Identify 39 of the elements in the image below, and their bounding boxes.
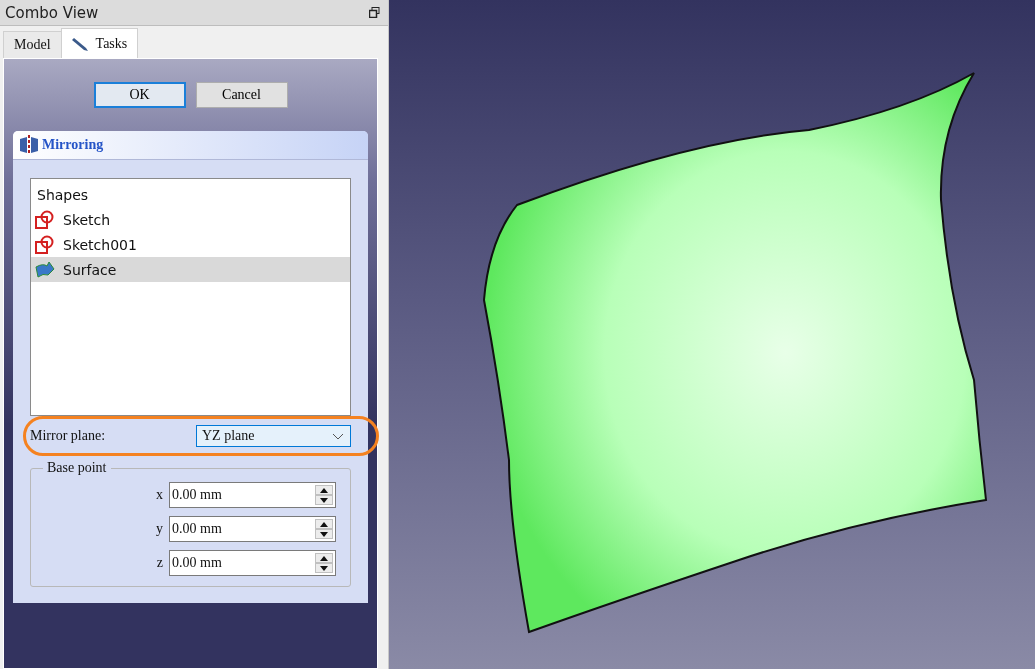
list-header: Shapes xyxy=(36,186,90,205)
square-circle-icon xyxy=(35,234,55,255)
surface-icon xyxy=(35,260,55,279)
list-item[interactable]: Sketch001 xyxy=(31,232,350,257)
triangle-down-icon xyxy=(320,531,328,537)
axis-label: y xyxy=(156,521,163,537)
mirror-icon xyxy=(19,135,39,155)
panel-title: Combo View xyxy=(5,3,99,22)
task-box-title: Mirroring xyxy=(42,137,104,153)
spin-down-button[interactable] xyxy=(315,529,333,539)
spin-down-button[interactable] xyxy=(315,563,333,573)
spin-up-button[interactable] xyxy=(315,553,333,563)
dialog-button[interactable]: OK xyxy=(93,82,186,108)
spin-field[interactable]: 0.00 mm xyxy=(169,550,336,576)
spin-up-button[interactable] xyxy=(315,485,333,495)
chevron-down-icon xyxy=(332,432,344,440)
axis-label: x xyxy=(156,487,163,503)
triangle-down-icon xyxy=(320,497,328,503)
tab[interactable]: Model xyxy=(3,31,62,58)
spin-field[interactable]: 0.00 mm xyxy=(169,516,336,542)
list-item[interactable]: Sketch xyxy=(31,207,350,232)
triangle-up-icon xyxy=(320,555,328,561)
3d-viewport[interactable] xyxy=(389,0,1035,669)
field-label: Mirror plane: xyxy=(30,428,106,444)
spin-field[interactable]: 0.00 mm xyxy=(169,482,336,508)
plane-dropdown[interactable]: YZ plane xyxy=(196,425,351,447)
pencil-icon xyxy=(71,35,90,52)
spin-down-button[interactable] xyxy=(315,495,333,505)
undock-icon[interactable] xyxy=(369,7,380,18)
triangle-up-icon xyxy=(320,487,328,493)
group-title: Base point xyxy=(46,460,108,476)
triangle-up-icon xyxy=(320,521,328,527)
axis-label: z xyxy=(156,555,163,571)
tab[interactable]: Tasks xyxy=(60,28,139,58)
square-circle-icon xyxy=(35,209,55,230)
spin-up-button[interactable] xyxy=(315,519,333,529)
dialog-button[interactable]: Cancel xyxy=(195,82,288,108)
list-item[interactable]: Surface xyxy=(31,257,350,282)
triangle-down-icon xyxy=(320,565,328,571)
